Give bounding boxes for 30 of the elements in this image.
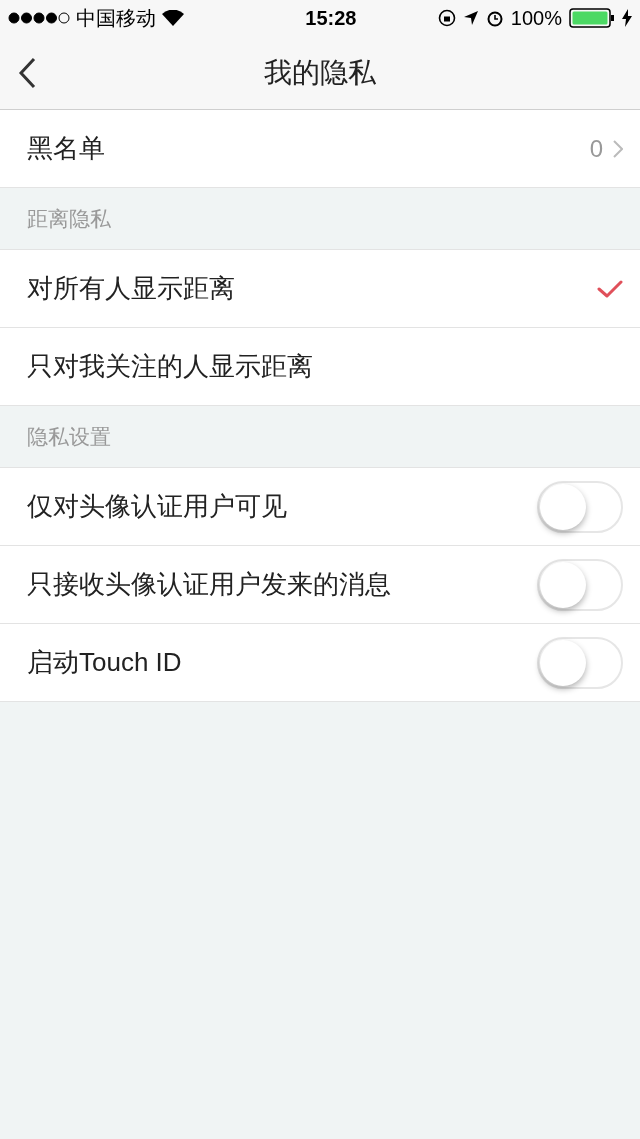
battery-icon	[569, 8, 615, 28]
carrier-name: 中国移动	[76, 6, 156, 31]
signal-icon	[8, 12, 70, 24]
rotation-lock-icon	[437, 9, 456, 27]
alarm-icon	[485, 9, 504, 27]
settings-row[interactable]: 只接收头像认证用户发来的消息	[0, 546, 640, 624]
row-label: 黑名单	[27, 132, 105, 165]
row-label: 启动Touch ID	[27, 646, 182, 679]
row-label: 对所有人显示距离	[27, 272, 235, 305]
page-title: 我的隐私	[264, 55, 376, 90]
charging-icon	[622, 9, 632, 27]
settings-row[interactable]: 启动Touch ID	[0, 624, 640, 702]
blacklist-row[interactable]: 黑名单 0	[0, 110, 640, 188]
wifi-icon	[162, 10, 184, 26]
toggle-switch[interactable]	[537, 480, 623, 533]
section-header: 距离隐私	[27, 205, 111, 232]
row-label: 仅对头像认证用户可见	[27, 490, 287, 523]
battery-percent: 100%	[510, 6, 562, 31]
row-label: 只接收头像认证用户发来的消息	[27, 568, 391, 601]
settings-row[interactable]: 仅对头像认证用户可见	[0, 468, 640, 546]
settings-row[interactable]: 对所有人显示距离	[0, 250, 640, 328]
location-icon	[462, 10, 479, 26]
toggle-switch[interactable]	[537, 558, 623, 611]
chevron-right-icon	[613, 139, 623, 158]
blacklist-count: 0	[589, 133, 603, 164]
section-header: 隐私设置	[27, 423, 111, 450]
clock-time: 15:28	[305, 6, 357, 31]
toggle-switch[interactable]	[537, 636, 623, 689]
settings-row[interactable]: 只对我关注的人显示距离	[0, 328, 640, 406]
row-label: 只对我关注的人显示距离	[27, 350, 313, 383]
